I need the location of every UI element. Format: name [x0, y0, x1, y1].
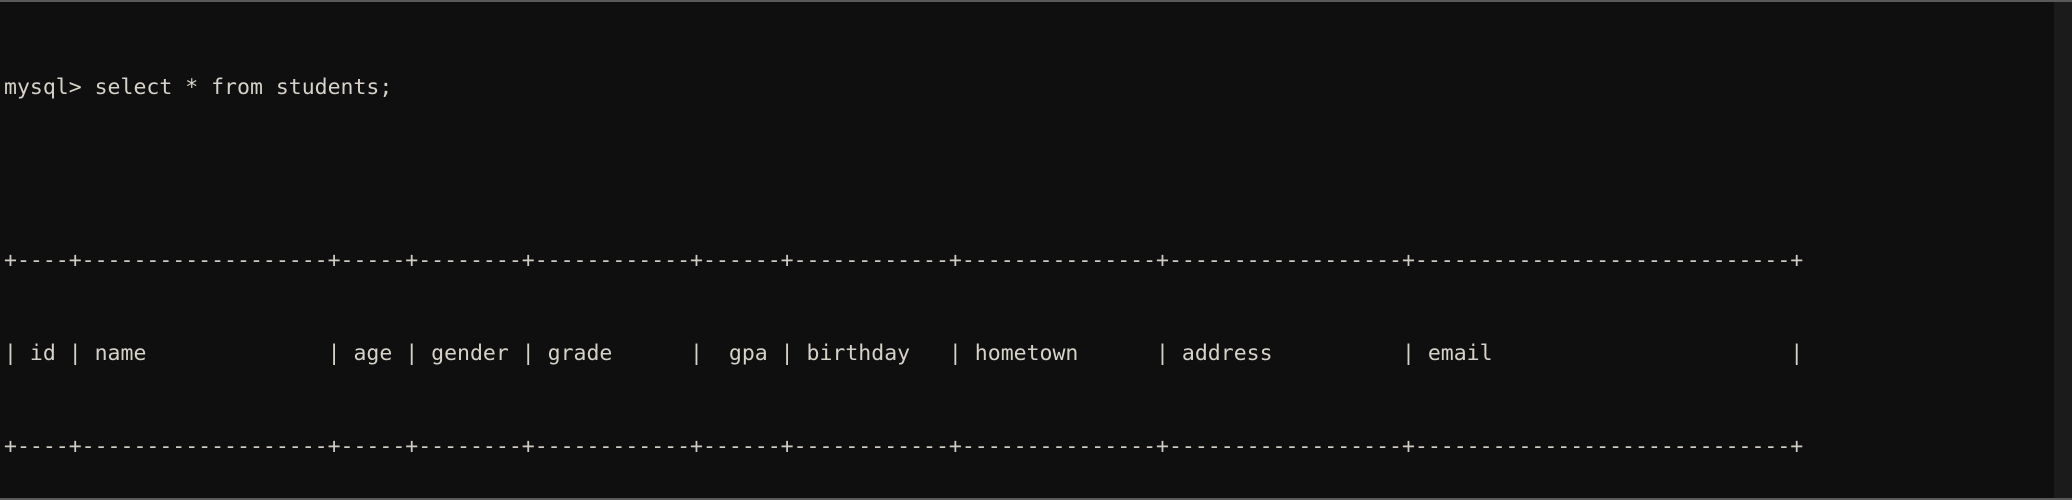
terminal-window[interactable]: mysql> select * from students; +----+---… [0, 0, 2072, 500]
command-line: mysql> select * from students; [4, 74, 393, 100]
table-header-separator: +----+-------------------+-----+--------… [4, 433, 1804, 459]
table-header-row: | id | name | age | gender | grade | gpa… [4, 340, 1804, 366]
table-top-border: +----+-------------------+-----+--------… [4, 248, 1804, 274]
terminal-screen[interactable]: mysql> select * from students; +----+---… [0, 2, 2072, 498]
